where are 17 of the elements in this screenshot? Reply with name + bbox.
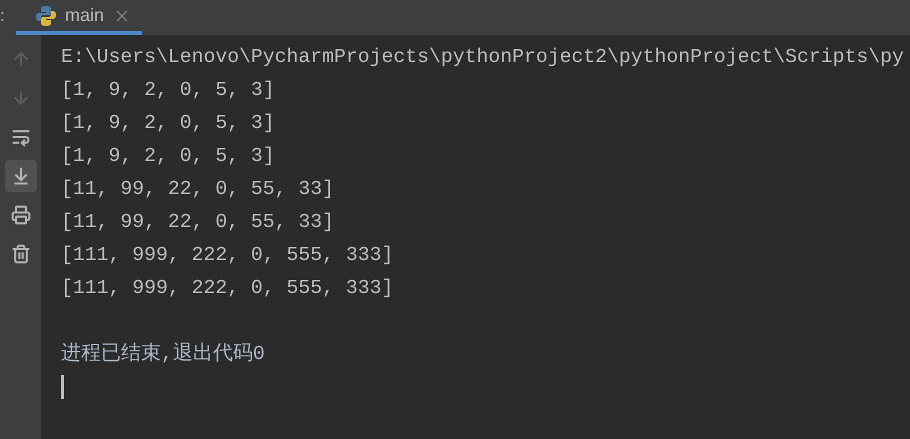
panel-label: :: [0, 5, 6, 27]
output-line: [111, 999, 222, 0, 555, 333]: [61, 242, 394, 268]
output-line: [1, 9, 2, 0, 5, 3]: [61, 144, 275, 169]
scroll-to-end-button[interactable]: [4, 160, 36, 192]
output-line: [11, 99, 22, 0, 55, 33]: [61, 210, 334, 235]
printer-icon: [10, 205, 30, 225]
trash-icon: [10, 244, 30, 264]
exit-message: 进程已结束,退出代码0: [61, 342, 265, 367]
output-line: [11, 99, 22, 0, 55, 33]: [61, 176, 334, 202]
python-logo-icon: [35, 4, 57, 26]
command-line: E:\Users\Lenovo\PycharmProjects\pythonProject2\pythonProject\Scripts\py: [61, 44, 904, 70]
close-icon[interactable]: [116, 10, 128, 22]
output-line: [1, 9, 2, 0, 5, 3]: [61, 110, 275, 136]
output-line: [111, 999, 222, 0, 555, 333]: [61, 276, 394, 301]
text-cursor: [61, 375, 64, 399]
soft-wrap-icon: [10, 127, 30, 147]
output-line: [1, 9, 2, 0, 5, 3]: [61, 78, 275, 103]
